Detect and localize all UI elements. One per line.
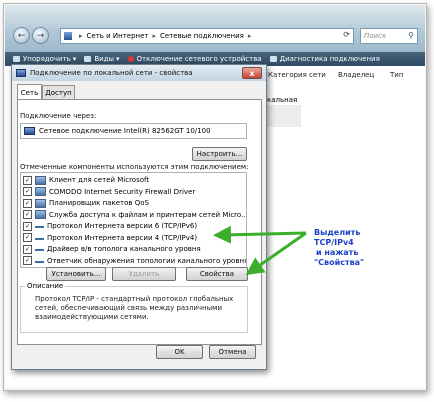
annotation-line-1: Выделить TCP/IPv4 (314, 228, 361, 247)
annotation-arrows (213, 225, 307, 276)
annotation-text: Выделить TCP/IPv4 и нажать "Свойства" (314, 228, 394, 268)
arrow-to-properties (245, 231, 307, 276)
annotation-line-3: "Свойства" (314, 258, 365, 267)
annotation-line-2: и нажать (316, 248, 359, 257)
arrow-to-ipv4 (213, 225, 307, 244)
